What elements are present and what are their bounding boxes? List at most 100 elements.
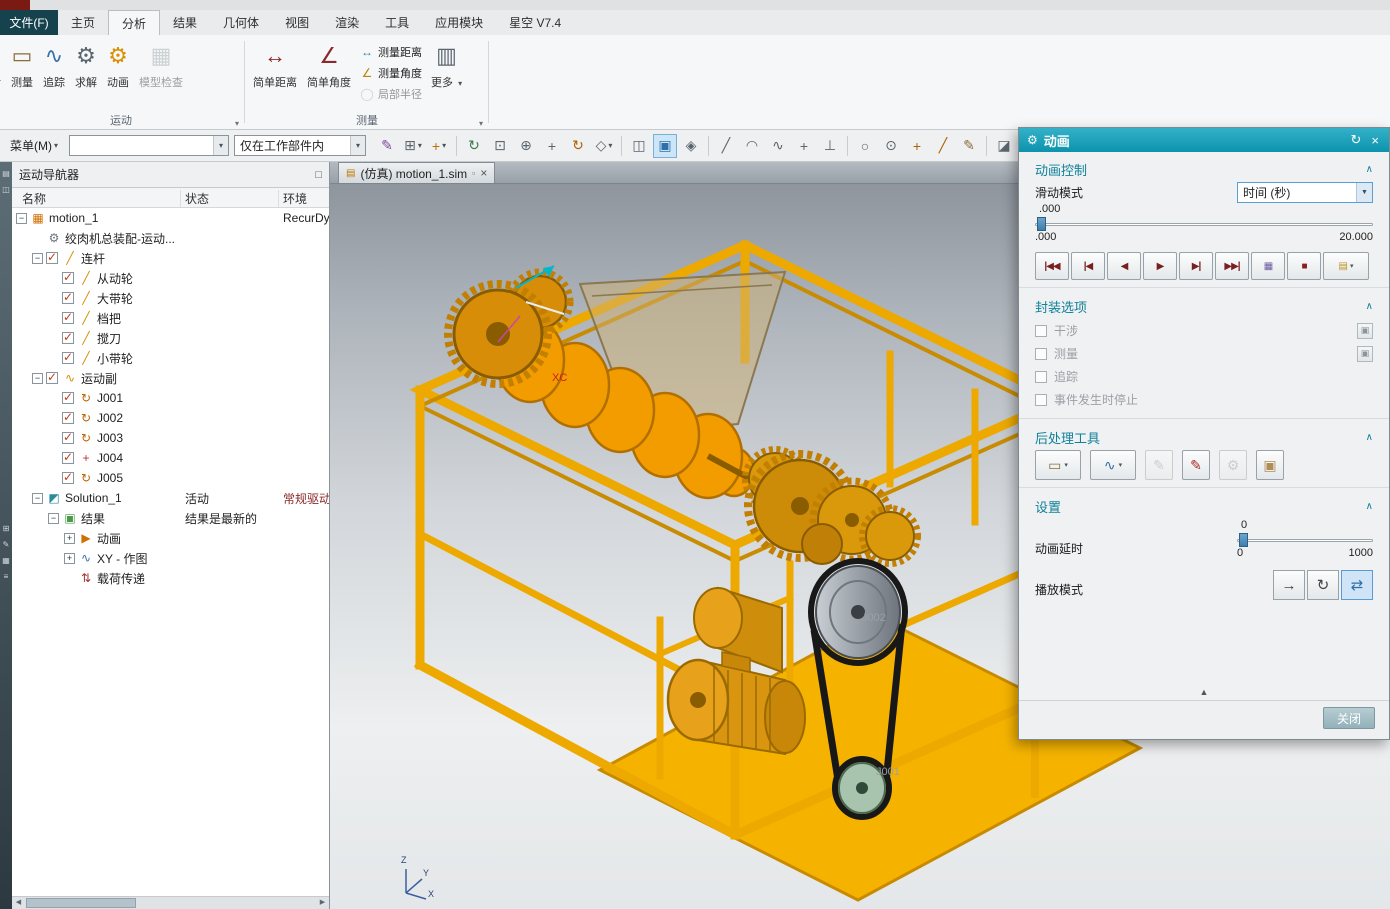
interference-checkbox[interactable]: [1035, 324, 1047, 337]
assembly-navigator-tab[interactable]: ▤: [0, 169, 12, 178]
collapse-toggle[interactable]: −: [32, 252, 43, 264]
collapse-toggle[interactable]: −: [16, 212, 27, 224]
dropdown-icon[interactable]: ▾: [1064, 461, 1068, 469]
dropdown-icon[interactable]: ▾: [1119, 461, 1123, 469]
stop-button[interactable]: ■: [1287, 252, 1321, 280]
target-point-icon[interactable]: ⊙: [879, 134, 903, 158]
export-movie-button[interactable]: ▦: [1251, 252, 1285, 280]
tree-row-results[interactable]: − ▣ 结果 结果是最新的: [12, 508, 329, 528]
combo-dropdown-icon[interactable]: ▾: [213, 136, 229, 155]
tree-row-load-transfer[interactable]: ⇅ 载荷传递: [12, 568, 329, 588]
combo-dropdown-icon[interactable]: ▾: [350, 136, 366, 155]
row-checkbox[interactable]: ✓: [62, 290, 74, 304]
dropdown-icon[interactable]: ▾: [1350, 262, 1354, 270]
row-checkbox[interactable]: ✓: [46, 250, 58, 264]
group-dropdown-icon[interactable]: ▾: [479, 119, 483, 128]
interference-settings-button[interactable]: ▣: [1357, 322, 1373, 339]
tab-close-icon[interactable]: ×: [480, 166, 487, 180]
collapse-toggle[interactable]: −: [48, 512, 59, 524]
ribbon-button-simple-distance[interactable]: ↔ 简单距离: [248, 35, 302, 109]
chevron-up-icon[interactable]: ∧: [1366, 301, 1373, 312]
row-checkbox[interactable]: ✓: [62, 450, 74, 464]
ribbon-tab-7[interactable]: 工具: [372, 10, 422, 35]
tree-row-j004[interactable]: ✓ + J004: [12, 448, 329, 468]
swing-button[interactable]: ⇄: [1341, 570, 1373, 600]
loop-button[interactable]: ↻: [1307, 570, 1339, 600]
column-status[interactable]: 状态: [185, 190, 209, 207]
tree-row-solution-1[interactable]: − ◩ Solution_1 活动 常规驱动: [12, 488, 329, 508]
tree-row-motion-1[interactable]: − ▦ motion_1 RecurDy: [12, 208, 329, 228]
collapse-toggle[interactable]: −: [32, 372, 43, 384]
zoom-view-icon[interactable]: ⊕: [514, 134, 538, 158]
chevron-down-icon[interactable]: ▼: [1356, 183, 1372, 202]
style-edit-icon[interactable]: ✎: [375, 134, 399, 158]
chevron-up-icon[interactable]: ∧: [1366, 164, 1373, 175]
expand-toggle[interactable]: +: [64, 532, 75, 544]
ribbon-button-measure-angle[interactable]: ∠ 测量角度: [356, 62, 426, 83]
refresh-view-icon[interactable]: ↻: [462, 134, 486, 158]
scrollbar-thumb[interactable]: [26, 898, 136, 908]
selection-filter-combo[interactable]: ▾: [69, 135, 230, 156]
section-view-icon[interactable]: ◪: [992, 134, 1016, 158]
ribbon-button-solve[interactable]: ⚙ 求解: [70, 35, 102, 109]
animation-dialog-header[interactable]: ⚙ 动画 ↻ ×: [1019, 128, 1389, 152]
step-back-button[interactable]: |◀: [1071, 252, 1105, 280]
row-checkbox[interactable]: ✓: [62, 330, 74, 344]
export-results-button[interactable]: ▣: [1256, 450, 1284, 480]
tree-row-j002[interactable]: ✓ ↻ J002: [12, 408, 329, 428]
tree-row-j003[interactable]: ✓ ↻ J003: [12, 428, 329, 448]
row-checkbox[interactable]: ✓: [62, 410, 74, 424]
play-once-button[interactable]: →: [1273, 570, 1305, 600]
section-packaging[interactable]: 封装选项 ∧: [1035, 297, 1373, 316]
panel-window-button[interactable]: □: [315, 169, 322, 181]
diagonal-tool-icon[interactable]: ╱: [931, 134, 955, 158]
row-checkbox[interactable]: ✓: [62, 390, 74, 404]
scroll-right-arrow[interactable]: ▶: [316, 897, 329, 909]
ribbon-tab-4[interactable]: 几何体: [210, 10, 272, 35]
xy-graphing-button[interactable]: ∿ ▾: [1090, 450, 1136, 480]
line-tool-icon[interactable]: ╱: [714, 134, 738, 158]
navigator-hscrollbar[interactable]: ◀ ▶: [12, 896, 329, 909]
annotate-tool-icon[interactable]: ✎: [957, 134, 981, 158]
row-checkbox[interactable]: ✓: [46, 370, 58, 384]
forward-to-end-button[interactable]: ▶▶|: [1215, 252, 1249, 280]
column-name[interactable]: 名称: [22, 190, 46, 207]
tree-row-j001[interactable]: ✓ ↻ J001: [12, 388, 329, 408]
ribbon-tab-5[interactable]: 视图: [272, 10, 322, 35]
orient-view-icon[interactable]: ◇ ▾: [592, 134, 616, 158]
delay-slider[interactable]: [1237, 533, 1373, 547]
chevron-up-icon[interactable]: ∧: [1366, 501, 1373, 512]
rotate-view-icon[interactable]: ↻: [566, 134, 590, 158]
play-forward-button[interactable]: ▶: [1143, 252, 1177, 280]
history-tab[interactable]: ▦: [0, 556, 12, 565]
tree-row-link-follower[interactable]: ✓ ╱ 从动轮: [12, 268, 329, 288]
arc-tool-icon[interactable]: ◠: [740, 134, 764, 158]
row-checkbox[interactable]: ✓: [62, 270, 74, 284]
rewind-to-start-button[interactable]: |◀◀: [1035, 252, 1069, 280]
reset-icon[interactable]: ↻: [1349, 132, 1364, 148]
trace-checkbox[interactable]: [1035, 370, 1047, 383]
view-effects-icon[interactable]: ◈: [679, 134, 703, 158]
ribbon-button-more[interactable]: ▥ 更多 ▾: [426, 35, 467, 109]
play-reverse-button[interactable]: ◀: [1107, 252, 1141, 280]
wcs-dynamics-icon[interactable]: + ▾: [427, 134, 451, 158]
selection-scope-combo[interactable]: 仅在工作部件内 ▾: [234, 135, 367, 156]
ribbon-button-measure-distance[interactable]: ↔ 测量距离: [356, 41, 426, 62]
ribbon-tab-1[interactable]: 主页: [58, 10, 108, 35]
capture-animation-button[interactable]: ▤ ▾: [1323, 252, 1369, 280]
column-environment[interactable]: 环境: [283, 190, 307, 207]
measure-checkbox[interactable]: [1035, 347, 1047, 360]
tree-row-link-blade[interactable]: ✓ ╱ 搅刀: [12, 328, 329, 348]
tree-row-result-animation[interactable]: + ▶ 动画: [12, 528, 329, 548]
tree-row-assembly[interactable]: ⚙ 绞肉机总装配-运动...: [12, 228, 329, 248]
file-menu-button[interactable]: 文件(F): [0, 10, 58, 35]
pan-view-icon[interactable]: +: [540, 134, 564, 158]
time-slider[interactable]: [1035, 217, 1373, 231]
row-checkbox[interactable]: ✓: [62, 470, 74, 484]
tree-row-joints[interactable]: − ✓ ∿ 运动副: [12, 368, 329, 388]
ribbon-button-trace[interactable]: ∿ 追踪: [38, 35, 70, 109]
close-icon[interactable]: ×: [1369, 133, 1381, 148]
tree-row-link-handle[interactable]: ✓ ╱ 档把: [12, 308, 329, 328]
tools-palette-tab[interactable]: ⊞: [0, 524, 12, 533]
circle-tool-icon[interactable]: ○: [853, 134, 877, 158]
